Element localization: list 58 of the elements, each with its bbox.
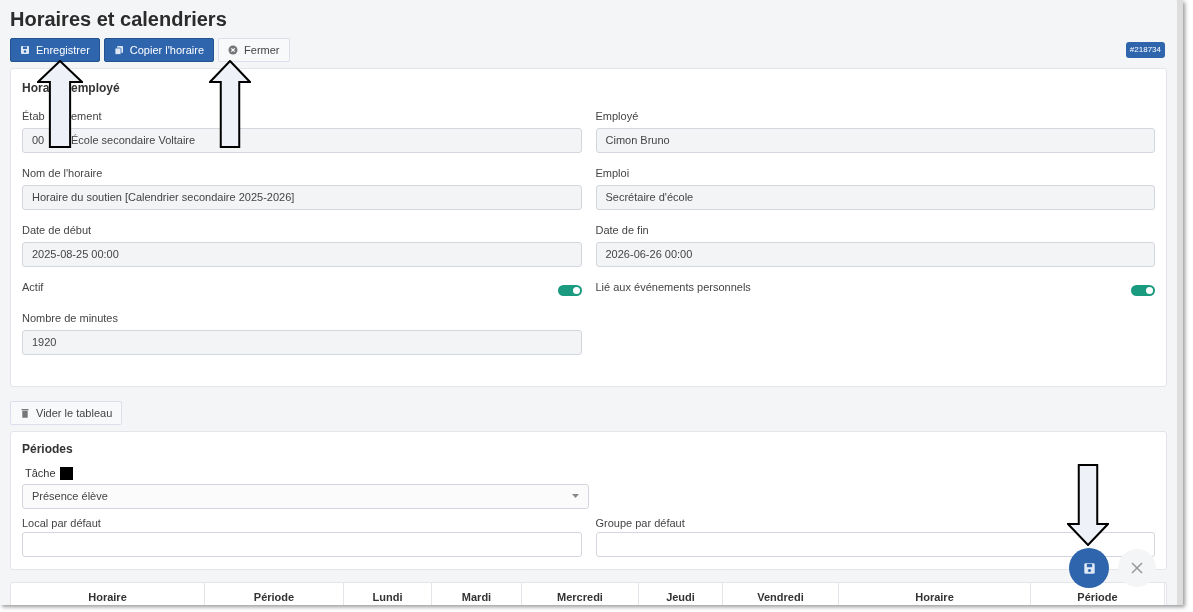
text: Lié aux événements personnels	[595, 281, 751, 294]
text: 2026-06-26 00:00	[605, 247, 693, 263]
close-icon	[1131, 562, 1143, 574]
text: Étab	[22, 110, 45, 122]
input-field[interactable]: Secrétaire d'école	[595, 185, 1155, 210]
record-badge: #218734	[1125, 42, 1165, 58]
page-title: Horaires et calendriers	[10, 7, 228, 32]
close-icon	[228, 45, 239, 55]
field-label: Groupe par défaut	[595, 516, 686, 530]
toggle-switch[interactable]	[1131, 285, 1155, 296]
dropdown-field[interactable]: Présence élève	[22, 483, 589, 509]
trash-icon	[20, 408, 30, 418]
column-header[interactable]: Mercredi	[522, 582, 639, 605]
caret-icon	[571, 494, 579, 498]
column-header[interactable]: Horaire	[839, 582, 1031, 605]
text: Secrétaire d'école	[605, 190, 694, 206]
input-field[interactable]	[22, 531, 582, 557]
info-square	[59, 466, 73, 480]
text: 00	[32, 134, 45, 147]
text: Nom de l'horaire	[22, 167, 103, 180]
column-header[interactable]: Période	[205, 582, 344, 605]
text: ement	[71, 110, 102, 123]
toolbar-button[interactable]: Enregistrer	[10, 38, 100, 62]
text: Nombre de minutes	[22, 312, 118, 325]
column-header[interactable]: Jeudi	[639, 582, 723, 605]
toolbar-button[interactable]: Copier l'horaire	[103, 38, 215, 62]
column-header[interactable]: Lundi	[344, 582, 432, 605]
text: Date de début	[22, 224, 92, 237]
clear-button[interactable]: Vider le tableau	[10, 401, 123, 425]
save-icon	[20, 45, 30, 55]
column-header[interactable]: Mardi	[432, 582, 522, 605]
text: 2025-08-25 00:00	[32, 247, 119, 263]
text: Actif	[22, 281, 44, 294]
input-field[interactable]: 1920	[22, 330, 582, 355]
text: employé	[71, 81, 120, 96]
input-field[interactable]	[595, 531, 1155, 557]
field-label: Tâche	[25, 466, 56, 481]
text: 1920	[32, 335, 57, 351]
input-field[interactable]: 00 École secondaire Voltaire	[22, 128, 582, 153]
input-field[interactable]: 2026-06-26 00:00	[595, 242, 1155, 267]
text: Horaire du soutien [Calendrier secondaire 2025-2026]	[32, 190, 295, 206]
column-header[interactable]: Vendredi	[723, 582, 839, 605]
save-icon	[1082, 561, 1096, 575]
input-field[interactable]: 2025-08-25 00:00	[22, 242, 582, 267]
input-field[interactable]: Cimon Bruno	[595, 128, 1155, 153]
text: Emploi	[595, 167, 630, 180]
toolbar-button[interactable]: Fermer	[218, 38, 290, 62]
section-title: Périodes	[22, 442, 74, 457]
copy-icon	[113, 45, 124, 55]
text: Hora	[22, 81, 50, 95]
column-header[interactable]: Horaire	[11, 582, 205, 605]
input-field[interactable]: Horaire du soutien [Calendrier secondaire 2025-2026]	[22, 185, 582, 210]
field-label: Local par défaut	[22, 516, 102, 530]
text: École secondaire Voltaire	[71, 133, 196, 149]
toggle-switch[interactable]	[557, 285, 582, 296]
text: Cimon Bruno	[605, 133, 670, 149]
text: Employé	[595, 110, 639, 123]
text: Date de fin	[595, 224, 649, 237]
